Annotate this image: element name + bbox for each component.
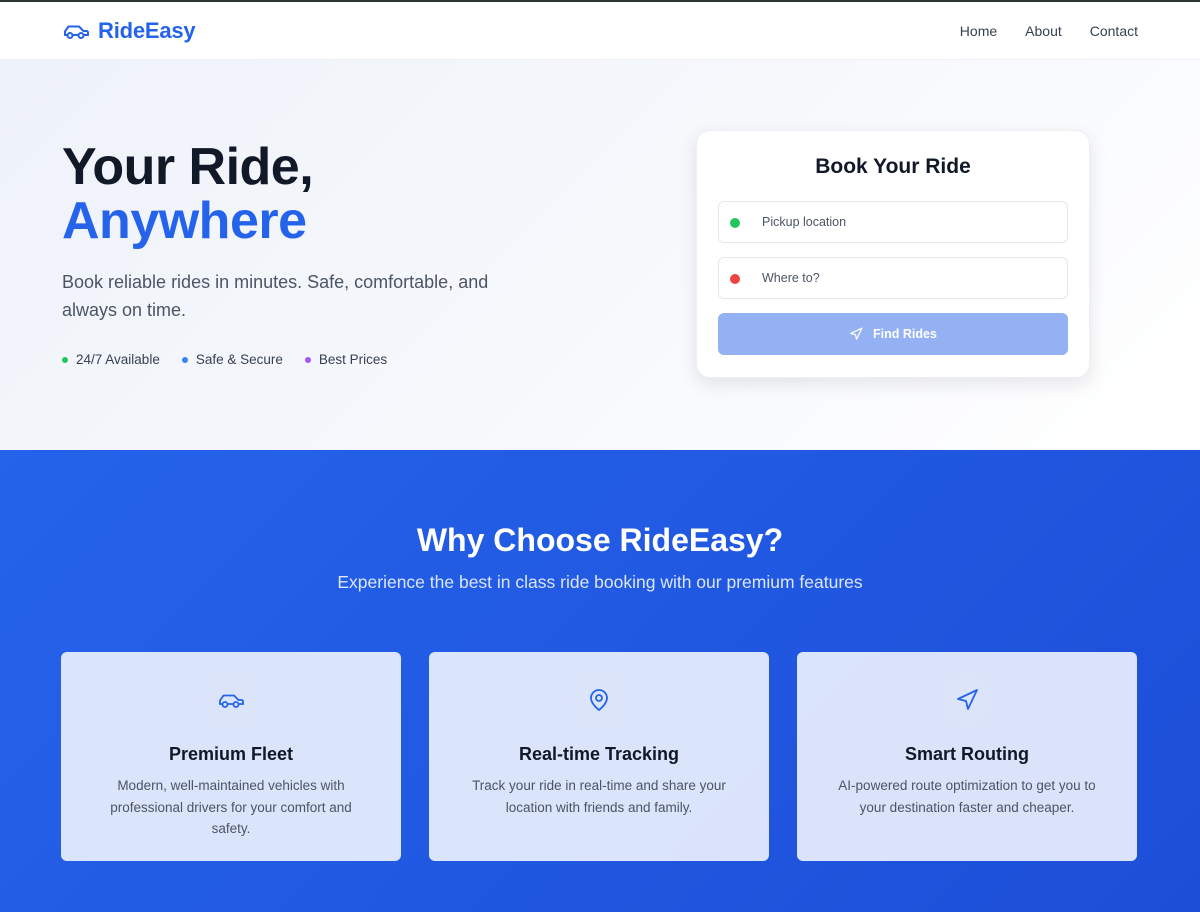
features-subtitle: Experience the best in class ride bookin… (337, 572, 863, 592)
feature-description: AI-powered route optimization to get you… (838, 778, 1096, 815)
booking-title: Book Your Ride (815, 155, 971, 178)
feature-card-routing: Smart Routing AI-powered route optimizat… (797, 652, 1137, 861)
nav-links: Home About Contact (960, 23, 1138, 39)
pickup-dot-icon (730, 218, 740, 228)
nav-link-contact[interactable]: Contact (1090, 23, 1138, 39)
features-title: Why Choose RideEasy? (416, 522, 784, 558)
brand-name: RideEasy (98, 17, 196, 43)
hero-title: Your Ride, Anywhere (62, 140, 522, 248)
badge-label: Best Prices (318, 352, 388, 367)
feature-title: Smart Routing (905, 744, 1029, 764)
destination-dot-icon (730, 274, 740, 284)
navigation-icon (939, 672, 995, 728)
feature-description: Track your ride in real-time and share y… (472, 778, 726, 815)
hero-title-line2: Anywhere (62, 192, 307, 250)
feature-cards: Premium Fleet Modern, well-maintained ve… (61, 652, 1137, 861)
find-rides-button[interactable]: Find Rides (718, 313, 1068, 355)
car-icon (62, 21, 90, 41)
booking-card: Book Your Ride Find Rides (696, 130, 1090, 378)
destination-input[interactable] (719, 258, 1067, 298)
hero-section: Your Ride, Anywhere Book reliable rides … (0, 60, 1200, 450)
hero-subtitle: Book reliable rides in minutes. Safe, co… (62, 272, 489, 320)
car-icon (203, 672, 259, 728)
badge-safety: Safe & Secure (181, 352, 283, 367)
green-dot-icon (62, 356, 68, 363)
nav-link-about[interactable]: About (1025, 23, 1062, 39)
feature-title: Premium Fleet (168, 744, 294, 764)
badge-prices: Best Prices (304, 352, 388, 367)
feature-card-tracking: Real-time Tracking Track your ride in re… (429, 652, 769, 861)
find-rides-label: Find Rides (873, 327, 937, 341)
blue-dot-icon (181, 356, 188, 363)
hero-badges: 24/7 Available Safe & Secure Best Prices (62, 352, 522, 367)
feature-title: Real-time Tracking (518, 744, 680, 764)
badge-label: Safe & Secure (195, 352, 283, 367)
features-section: Why Choose RideEasy? Experience the best… (0, 450, 1200, 912)
navbar: RideEasy Home About Contact (0, 2, 1200, 60)
feature-description: Modern, well-maintained vehicles with pr… (110, 778, 352, 836)
badge-label: 24/7 Available (76, 352, 160, 367)
hero-title-line1: Your Ride, (62, 138, 314, 196)
purple-dot-icon (304, 356, 311, 363)
pickup-field (718, 201, 1068, 243)
hero-content: Your Ride, Anywhere Book reliable rides … (62, 140, 522, 367)
brand-logo[interactable]: RideEasy (62, 17, 196, 44)
badge-availability: 24/7 Available (62, 352, 160, 367)
map-pin-icon (571, 672, 627, 728)
pickup-input[interactable] (719, 202, 1067, 242)
nav-link-home[interactable]: Home (960, 23, 997, 39)
feature-card-premium-fleet: Premium Fleet Modern, well-maintained ve… (61, 652, 401, 861)
destination-field (718, 257, 1068, 299)
navigation-icon (849, 327, 863, 341)
